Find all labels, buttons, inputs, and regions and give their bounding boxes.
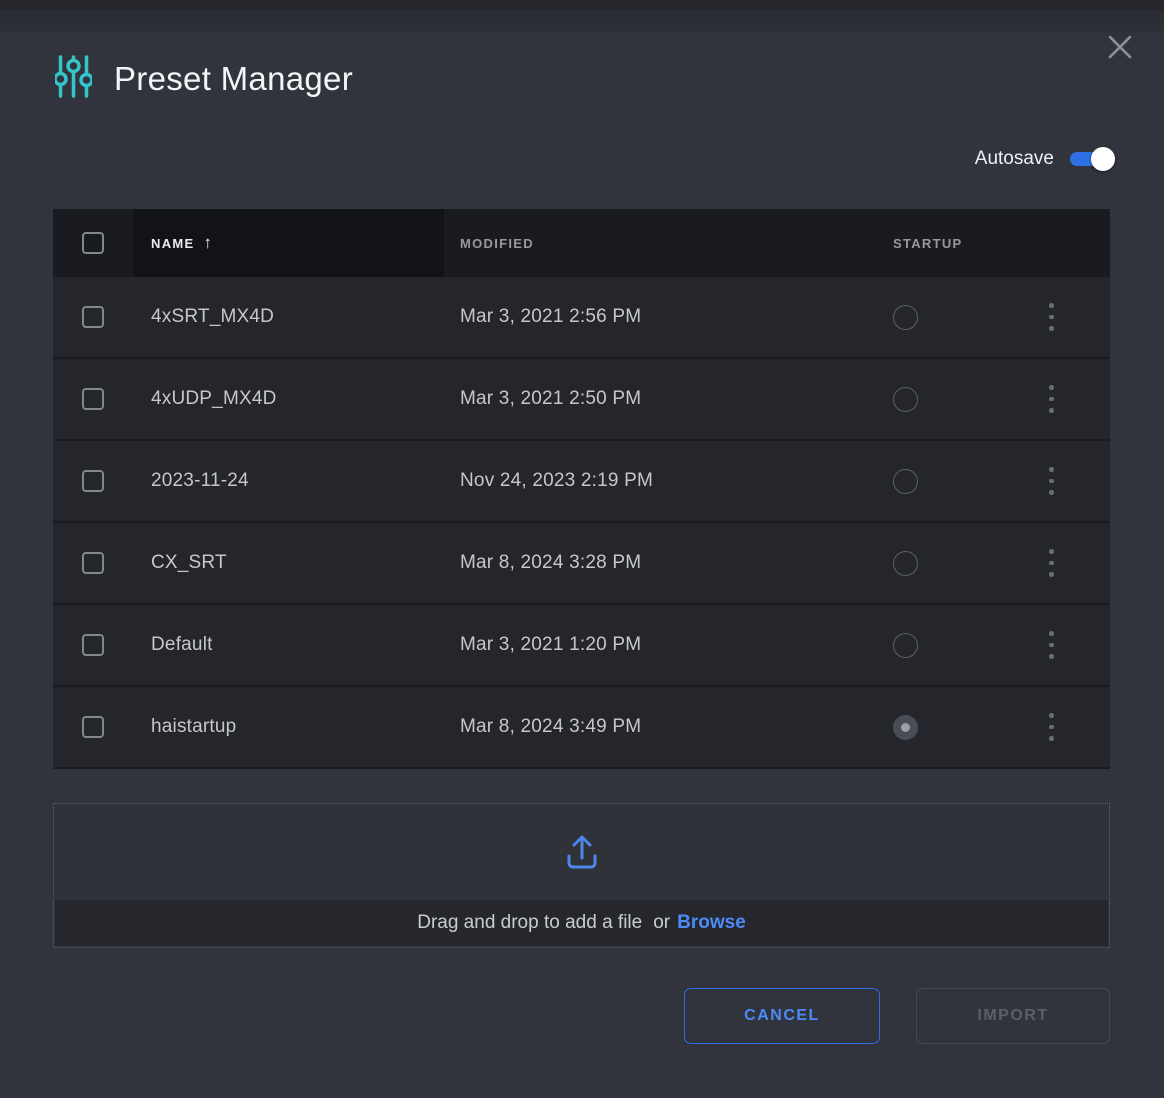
- dropzone-text: Drag and drop to add a file: [417, 912, 642, 934]
- row-name-cell: 4xUDP_MX4D: [133, 359, 444, 439]
- browse-link[interactable]: Browse: [677, 912, 746, 934]
- row-modified-cell: Mar 3, 2021 1:20 PM: [444, 605, 877, 685]
- file-dropzone[interactable]: Drag and drop to add a file or Browse: [53, 803, 1110, 948]
- column-header-startup: STARTUP: [877, 209, 1027, 277]
- preset-modified: Mar 3, 2021 2:56 PM: [460, 306, 641, 328]
- preset-modified: Mar 8, 2024 3:28 PM: [460, 552, 641, 574]
- row-startup-cell: [877, 359, 1027, 439]
- startup-radio[interactable]: [893, 715, 918, 740]
- startup-radio[interactable]: [893, 633, 918, 658]
- header-actions-cell: [1027, 209, 1110, 277]
- preset-table: NAME ↑ MODIFIED STARTUP 4xSRT_MX4D Mar 3…: [53, 209, 1110, 769]
- preset-name: Default: [151, 634, 213, 656]
- row-checkbox-cell: [53, 687, 133, 767]
- preset-modified: Mar 3, 2021 2:50 PM: [460, 388, 641, 410]
- autosave-control: Autosave: [975, 148, 1110, 170]
- row-checkbox-cell: [53, 359, 133, 439]
- preset-name: 2023-11-24: [151, 470, 249, 492]
- dropzone-or-text: or: [653, 912, 670, 934]
- row-actions-cell: [1027, 605, 1110, 685]
- kebab-menu-icon[interactable]: [1041, 295, 1062, 339]
- preset-name: haistartup: [151, 716, 236, 738]
- row-checkbox[interactable]: [82, 388, 104, 410]
- row-name-cell: 4xSRT_MX4D: [133, 277, 444, 357]
- upload-icon: [560, 830, 604, 877]
- row-modified-cell: Nov 24, 2023 2:19 PM: [444, 441, 877, 521]
- row-name-cell: 2023-11-24: [133, 441, 444, 521]
- row-actions-cell: [1027, 441, 1110, 521]
- kebab-menu-icon[interactable]: [1041, 623, 1062, 667]
- row-name-cell: Default: [133, 605, 444, 685]
- preset-modified: Mar 8, 2024 3:49 PM: [460, 716, 641, 738]
- row-actions-cell: [1027, 277, 1110, 357]
- row-checkbox[interactable]: [82, 552, 104, 574]
- startup-radio[interactable]: [893, 551, 918, 576]
- row-name-cell: CX_SRT: [133, 523, 444, 603]
- table-header: NAME ↑ MODIFIED STARTUP: [53, 209, 1110, 277]
- row-checkbox[interactable]: [82, 634, 104, 656]
- row-checkbox-cell: [53, 441, 133, 521]
- row-checkbox-cell: [53, 523, 133, 603]
- page-title: Preset Manager: [114, 60, 353, 98]
- sliders-icon: [55, 54, 92, 104]
- dialog-top-shade: [0, 0, 1164, 10]
- import-button[interactable]: IMPORT: [916, 988, 1110, 1044]
- row-checkbox[interactable]: [82, 306, 104, 328]
- row-startup-cell: [877, 277, 1027, 357]
- table-body: 4xSRT_MX4D Mar 3, 2021 2:56 PM 4xUDP_MX4…: [53, 277, 1110, 769]
- row-checkbox-cell: [53, 277, 133, 357]
- row-actions-cell: [1027, 359, 1110, 439]
- table-row[interactable]: CX_SRT Mar 8, 2024 3:28 PM: [53, 523, 1110, 605]
- row-checkbox[interactable]: [82, 470, 104, 492]
- cancel-button[interactable]: CANCEL: [684, 988, 880, 1044]
- dropzone-caption: Drag and drop to add a file or Browse: [55, 900, 1108, 946]
- preset-name: CX_SRT: [151, 552, 227, 574]
- kebab-menu-icon[interactable]: [1041, 459, 1062, 503]
- row-startup-cell: [877, 605, 1027, 685]
- row-actions-cell: [1027, 687, 1110, 767]
- preset-manager-dialog: Preset Manager Autosave NAME ↑ MODIFIED: [0, 0, 1164, 1098]
- table-row[interactable]: 4xUDP_MX4D Mar 3, 2021 2:50 PM: [53, 359, 1110, 441]
- close-button[interactable]: [1102, 31, 1138, 67]
- toggle-knob: [1091, 147, 1115, 171]
- preset-name: 4xUDP_MX4D: [151, 388, 277, 410]
- autosave-toggle[interactable]: [1070, 152, 1110, 166]
- row-checkbox[interactable]: [82, 716, 104, 738]
- row-modified-cell: Mar 8, 2024 3:49 PM: [444, 687, 877, 767]
- dropzone-icon-area: [55, 805, 1108, 901]
- row-actions-cell: [1027, 523, 1110, 603]
- radio-dot: [901, 723, 910, 732]
- table-row[interactable]: haistartup Mar 8, 2024 3:49 PM: [53, 687, 1110, 769]
- header-checkbox-cell: [53, 209, 133, 277]
- table-row[interactable]: Default Mar 3, 2021 1:20 PM: [53, 605, 1110, 687]
- close-icon: [1104, 31, 1136, 68]
- sort-ascending-icon[interactable]: ↑: [203, 233, 212, 253]
- column-header-name[interactable]: NAME ↑: [133, 209, 444, 277]
- row-startup-cell: [877, 523, 1027, 603]
- table-row[interactable]: 2023-11-24 Nov 24, 2023 2:19 PM: [53, 441, 1110, 523]
- select-all-checkbox[interactable]: [82, 232, 104, 254]
- row-checkbox-cell: [53, 605, 133, 685]
- row-startup-cell: [877, 687, 1027, 767]
- kebab-menu-icon[interactable]: [1041, 377, 1062, 421]
- startup-radio[interactable]: [893, 305, 918, 330]
- row-name-cell: haistartup: [133, 687, 444, 767]
- table-row[interactable]: 4xSRT_MX4D Mar 3, 2021 2:56 PM: [53, 277, 1110, 359]
- row-modified-cell: Mar 3, 2021 2:56 PM: [444, 277, 877, 357]
- preset-modified: Mar 3, 2021 1:20 PM: [460, 634, 641, 656]
- preset-name: 4xSRT_MX4D: [151, 306, 274, 328]
- row-startup-cell: [877, 441, 1027, 521]
- column-header-modified[interactable]: MODIFIED: [444, 209, 877, 277]
- autosave-label: Autosave: [975, 148, 1054, 170]
- row-modified-cell: Mar 8, 2024 3:28 PM: [444, 523, 877, 603]
- startup-radio[interactable]: [893, 387, 918, 412]
- startup-radio[interactable]: [893, 469, 918, 494]
- preset-modified: Nov 24, 2023 2:19 PM: [460, 470, 653, 492]
- kebab-menu-icon[interactable]: [1041, 705, 1062, 749]
- kebab-menu-icon[interactable]: [1041, 541, 1062, 585]
- row-modified-cell: Mar 3, 2021 2:50 PM: [444, 359, 877, 439]
- dialog-header: Preset Manager: [55, 54, 353, 104]
